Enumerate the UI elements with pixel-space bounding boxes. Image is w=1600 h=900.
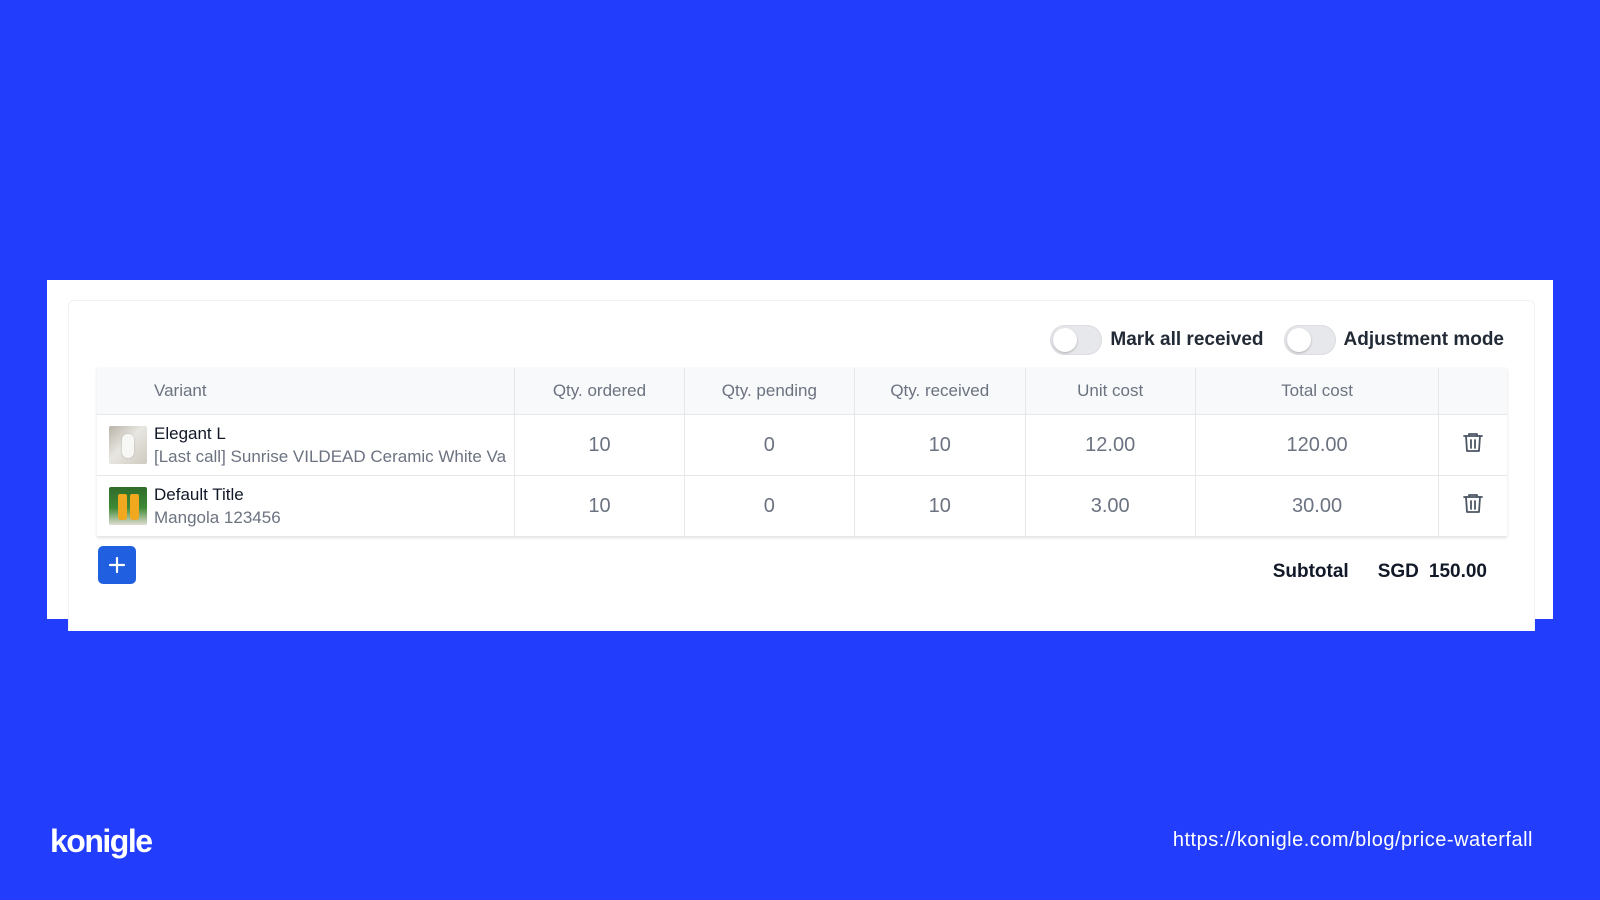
qty-pending-cell: 0 [684, 414, 855, 476]
line-items-card: Mark all received Adjustment mode Varian… [68, 300, 1535, 631]
adjustment-mode-label: Adjustment mode [1343, 329, 1504, 350]
vase-thumbnail-image [109, 426, 147, 464]
header-total-cost: Total cost [1195, 368, 1440, 415]
header-qty-ordered: Qty. ordered [514, 368, 685, 415]
variant-cell: Default Title Mangola 123456 [97, 475, 515, 537]
trash-icon[interactable] [1461, 491, 1485, 515]
table-row: Elegant L [Last call] Sunrise VILDEAD Ce… [97, 414, 1507, 476]
subtotal-label: Subtotal [1272, 561, 1349, 582]
subtotal-amount: 150.00 [1428, 561, 1487, 582]
table-row: Default Title Mangola 123456 10 0 10 3.0… [97, 475, 1507, 537]
row-actions-cell [1438, 475, 1507, 537]
variant-text: Default Title Mangola 123456 [154, 483, 514, 530]
mark-all-received-label: Mark all received [1110, 329, 1264, 350]
header-variant: Variant [97, 368, 515, 415]
total-cost-cell: 120.00 [1195, 414, 1440, 476]
variant-title[interactable]: Default Title [154, 483, 514, 506]
header-actions [1438, 368, 1507, 415]
subtotal-row: Subtotal SGD 150.00 [1273, 561, 1487, 583]
blog-url: https://konigle.com/blog/price-waterfall [1172, 829, 1533, 851]
variant-text: Elegant L [Last call] Sunrise VILDEAD Ce… [154, 422, 514, 469]
header-qty-received: Qty. received [854, 368, 1026, 415]
drinks-thumbnail-image [109, 487, 147, 525]
header-qty-pending: Qty. pending [684, 368, 855, 415]
adjustment-mode-toggle-group: Adjustment mode [1283, 325, 1504, 355]
table-header-row: Variant Qty. ordered Qty. pending Qty. r… [97, 368, 1507, 415]
total-cost-cell: 30.00 [1195, 475, 1440, 537]
qty-ordered-cell[interactable]: 10 [514, 414, 685, 476]
trash-icon[interactable] [1461, 430, 1485, 454]
purchase-order-panel: Mark all received Adjustment mode Varian… [47, 280, 1553, 631]
unit-cost-cell[interactable]: 3.00 [1025, 475, 1196, 537]
adjustment-mode-switch[interactable] [1283, 325, 1336, 355]
add-line-item-button[interactable] [98, 546, 136, 584]
subtotal-currency: SGD [1377, 561, 1419, 582]
qty-ordered-cell[interactable]: 10 [514, 475, 685, 537]
mark-all-received-switch[interactable] [1050, 325, 1103, 355]
subtotal-amount-group: SGD 150.00 [1378, 561, 1487, 583]
header-unit-cost: Unit cost [1025, 368, 1196, 415]
variant-subtitle: [Last call] Sunrise VILDEAD Ceramic Whit… [154, 446, 507, 466]
variant-subtitle: Mangola 123456 [154, 507, 281, 527]
toggle-bar: Mark all received Adjustment mode [1050, 325, 1504, 355]
variant-cell: Elegant L [Last call] Sunrise VILDEAD Ce… [97, 414, 515, 476]
qty-pending-cell: 0 [684, 475, 855, 537]
unit-cost-cell[interactable]: 12.00 [1025, 414, 1196, 476]
qty-received-cell[interactable]: 10 [854, 475, 1026, 537]
switch-knob [1286, 328, 1311, 352]
qty-received-cell[interactable]: 10 [854, 414, 1026, 476]
konigle-logo: konigle [50, 823, 153, 859]
row-actions-cell [1438, 414, 1507, 476]
variant-title[interactable]: Elegant L [154, 422, 514, 445]
plus-icon [108, 556, 126, 574]
line-items-table: Variant Qty. ordered Qty. pending Qty. r… [97, 368, 1507, 537]
variant-wrap: Elegant L [Last call] Sunrise VILDEAD Ce… [97, 422, 514, 469]
switch-knob [1053, 328, 1078, 352]
mark-all-received-toggle-group: Mark all received [1050, 325, 1264, 355]
variant-wrap: Default Title Mangola 123456 [97, 483, 514, 530]
